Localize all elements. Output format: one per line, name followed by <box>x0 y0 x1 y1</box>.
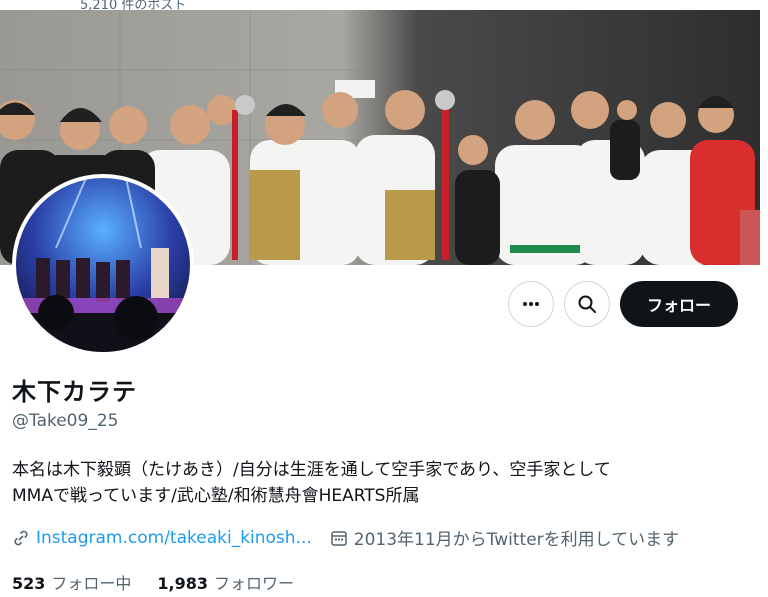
follow-stats: 523 フォロー中 1,983 フォロワー <box>12 570 294 594</box>
profile-bio: 本名は木下毅顕（たけあき）/自分は生涯を通して空手家であり、空手家として MMA… <box>12 457 732 509</box>
followers-label: フォロワー <box>214 574 295 593</box>
bio-line-1: 本名は木下毅顕（たけあき）/自分は生涯を通して空手家であり、空手家として <box>12 460 611 480</box>
more-button[interactable] <box>508 281 554 327</box>
profile-link[interactable]: Instagram.com/takeaki_kinosh... <box>36 528 312 548</box>
link-icon <box>14 530 28 545</box>
bio-line-2: MMAで戦っています/武心塾/和術慧舟會HEARTS所属 <box>12 486 420 506</box>
follow-button[interactable]: フォロー <box>620 281 738 327</box>
following-count: 523 <box>12 574 46 593</box>
profile-avatar[interactable] <box>12 174 194 356</box>
profile-actions: フォロー <box>508 281 738 327</box>
more-icon <box>523 302 539 306</box>
search-icon <box>578 295 596 313</box>
profile-meta: Instagram.com/takeaki_kinosh... 2013年11月… <box>12 525 679 550</box>
calendar-icon <box>330 529 348 547</box>
followers-stat[interactable]: 1,983 フォロワー <box>157 570 294 594</box>
post-count: 5,210 件のポスト <box>80 0 187 13</box>
search-button[interactable] <box>564 281 610 327</box>
followers-count: 1,983 <box>157 574 209 593</box>
joined-date: 2013年11月からTwitterを利用しています <box>353 530 680 550</box>
avatar-photo <box>16 178 190 352</box>
profile-name: 木下カラテ <box>12 378 137 406</box>
following-label: フォロー中 <box>51 574 132 593</box>
following-stat[interactable]: 523 フォロー中 <box>12 570 131 594</box>
profile-handle: @Take09_25 <box>12 411 119 431</box>
